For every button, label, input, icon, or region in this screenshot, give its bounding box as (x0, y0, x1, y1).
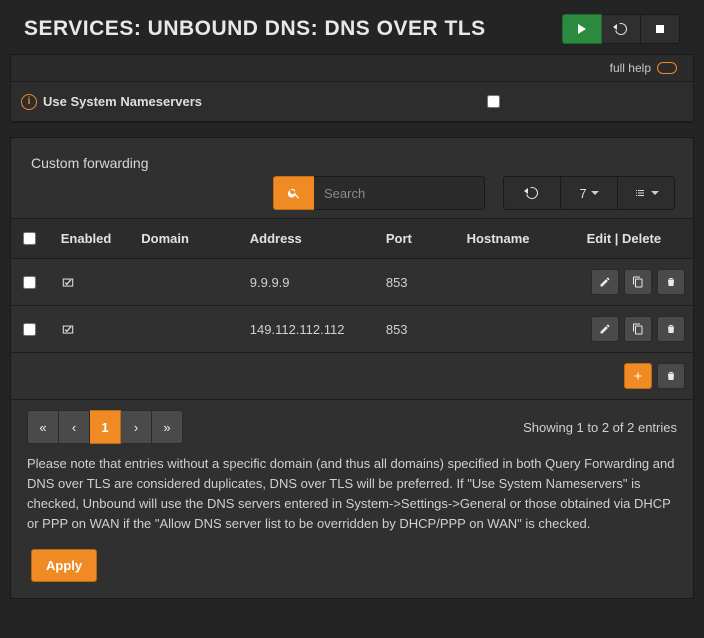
pagination-info: Showing 1 to 2 of 2 entries (523, 420, 677, 435)
stop-service-button[interactable] (641, 14, 680, 44)
full-help-toggle[interactable] (657, 62, 677, 74)
cell-port: 853 (378, 306, 459, 353)
delete-row-button[interactable] (657, 269, 685, 295)
enabled-indicator (61, 275, 126, 289)
edit-row-button[interactable] (591, 316, 619, 342)
delete-row-button[interactable] (657, 316, 685, 342)
edit-row-button[interactable] (591, 269, 619, 295)
plus-icon (632, 370, 644, 382)
caret-down-icon (591, 191, 599, 195)
copy-icon (632, 276, 644, 288)
page-size-dropdown[interactable]: 7 (561, 176, 618, 210)
full-help-label: full help (610, 61, 651, 75)
cell-hostname (459, 306, 579, 353)
start-service-button[interactable] (562, 14, 602, 44)
play-icon (578, 24, 586, 34)
cell-address: 9.9.9.9 (242, 259, 378, 306)
page-title: SERVICES: UNBOUND DNS: DNS OVER TLS (24, 17, 486, 41)
cell-domain (133, 306, 241, 353)
page-first-button[interactable]: « (27, 410, 59, 444)
cell-domain (133, 259, 241, 306)
pencil-icon (599, 323, 611, 335)
enabled-indicator (61, 322, 126, 336)
page-next-button[interactable]: › (121, 410, 152, 444)
reload-icon (526, 187, 538, 199)
reload-icon (615, 23, 627, 35)
col-header-actions: Edit | Delete (579, 219, 693, 259)
clone-row-button[interactable] (624, 269, 652, 295)
col-header-domain[interactable]: Domain (133, 219, 241, 259)
info-icon[interactable]: i (21, 94, 37, 110)
copy-icon (632, 323, 644, 335)
row-select-checkbox[interactable] (23, 276, 36, 289)
note-text: Please note that entries without a speci… (11, 454, 693, 549)
list-icon (633, 187, 647, 199)
select-all-checkbox[interactable] (23, 232, 36, 245)
page-size-value: 7 (579, 186, 586, 201)
table-row: 149.112.112.112853 (11, 306, 693, 353)
section-title: Custom forwarding (31, 154, 151, 173)
search-icon (287, 186, 301, 200)
apply-button[interactable]: Apply (31, 549, 97, 582)
check-icon (61, 322, 75, 336)
stop-icon (656, 25, 664, 33)
caret-down-icon (651, 191, 659, 195)
trash-icon (665, 323, 677, 335)
pagination: « ‹ 1 › » (27, 410, 183, 444)
service-controls (562, 14, 680, 44)
search-button[interactable] (273, 176, 314, 210)
trash-icon (665, 276, 677, 288)
trash-icon (665, 370, 677, 382)
col-header-port[interactable]: Port (378, 219, 459, 259)
use-system-nameservers-label: Use System Nameservers (43, 94, 202, 109)
refresh-table-button[interactable] (503, 176, 561, 210)
page-prev-button[interactable]: ‹ (59, 410, 90, 444)
restart-service-button[interactable] (602, 14, 641, 44)
search-input[interactable] (314, 176, 485, 210)
col-header-address[interactable]: Address (242, 219, 378, 259)
check-icon (61, 275, 75, 289)
page-last-button[interactable]: » (152, 410, 183, 444)
use-system-nameservers-checkbox[interactable] (487, 95, 500, 108)
col-header-hostname[interactable]: Hostname (459, 219, 579, 259)
bulk-delete-button[interactable] (657, 363, 685, 389)
row-select-checkbox[interactable] (23, 323, 36, 336)
add-row-button[interactable] (624, 363, 652, 389)
pencil-icon (599, 276, 611, 288)
col-header-enabled[interactable]: Enabled (53, 219, 134, 259)
cell-address: 149.112.112.112 (242, 306, 378, 353)
page-current-button[interactable]: 1 (90, 410, 121, 444)
table-row: 9.9.9.9853 (11, 259, 693, 306)
columns-dropdown[interactable] (618, 176, 675, 210)
clone-row-button[interactable] (624, 316, 652, 342)
cell-hostname (459, 259, 579, 306)
cell-port: 853 (378, 259, 459, 306)
